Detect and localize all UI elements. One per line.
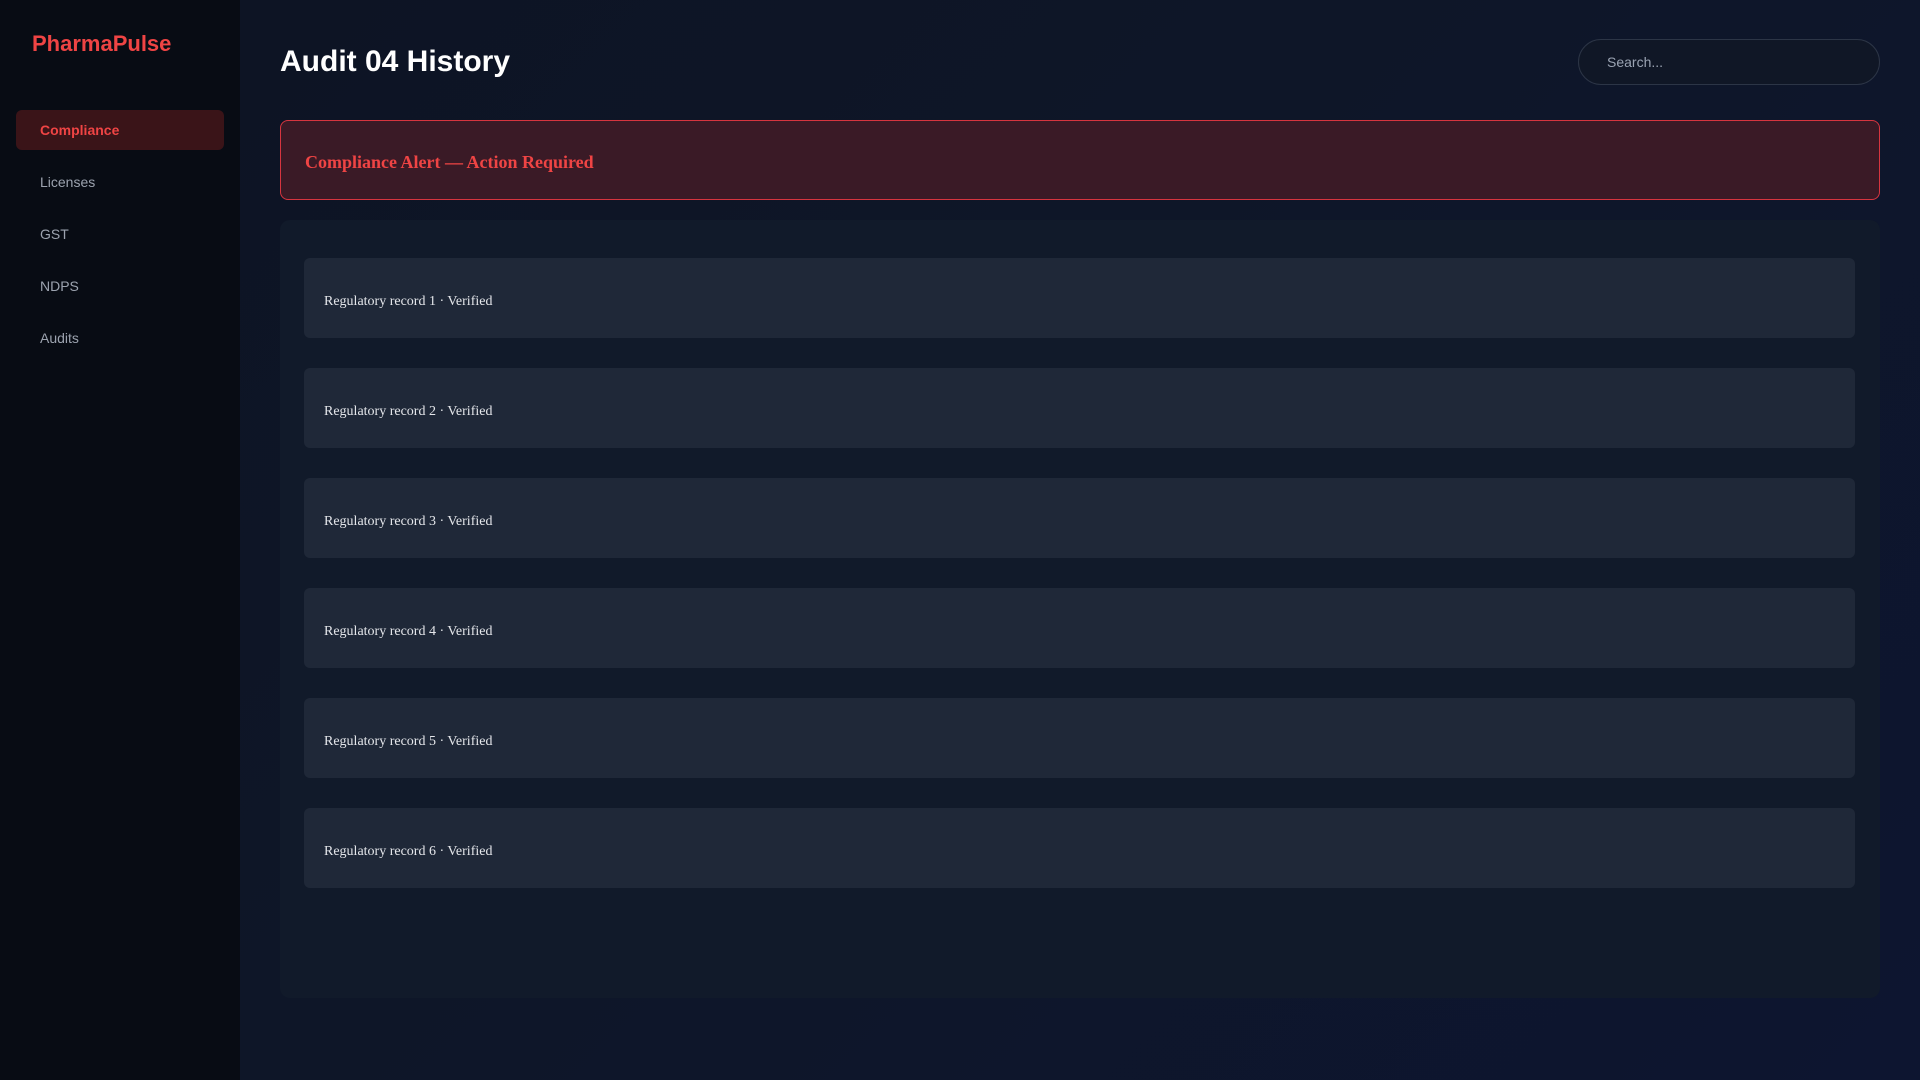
search-input[interactable] (1607, 54, 1851, 70)
record-text: Regulatory record 3 · Verified (324, 514, 493, 529)
record-text: Regulatory record 4 · Verified (324, 624, 493, 639)
sidebar-item-ndps[interactable]: NDPS (16, 266, 224, 306)
main-content: Audit 04 History Compliance Alert — Acti… (240, 0, 1920, 1080)
record-row[interactable]: Regulatory record 1 · Verified (304, 258, 1855, 338)
sidebar-item-gst[interactable]: GST (16, 214, 224, 254)
topbar: Audit 04 History (280, 34, 1880, 90)
sidebar-item-licenses[interactable]: Licenses (16, 162, 224, 202)
records-panel: Regulatory record 1 · Verified Regulator… (280, 220, 1880, 998)
sidebar-item-compliance[interactable]: Compliance (16, 110, 224, 150)
record-row[interactable]: Regulatory record 4 · Verified (304, 588, 1855, 668)
record-text: Regulatory record 1 · Verified (324, 294, 493, 309)
brand-logo[interactable]: PharmaPulse (16, 30, 224, 58)
record-row[interactable]: Regulatory record 3 · Verified (304, 478, 1855, 558)
record-text: Regulatory record 5 · Verified (324, 734, 493, 749)
record-row[interactable]: Regulatory record 5 · Verified (304, 698, 1855, 778)
alert-text: Compliance Alert — Action Required (305, 151, 594, 172)
record-text: Regulatory record 6 · Verified (324, 844, 493, 859)
sidebar-item-audits[interactable]: Audits (16, 318, 224, 358)
record-row[interactable]: Regulatory record 2 · Verified (304, 368, 1855, 448)
record-text: Regulatory record 2 · Verified (324, 404, 493, 419)
search-box[interactable] (1578, 39, 1880, 85)
records-list: Regulatory record 1 · Verified Regulator… (304, 258, 1855, 888)
app-root: PharmaPulse Compliance Licenses GST NDPS… (0, 0, 1920, 1080)
page-title: Audit 04 History (280, 45, 511, 78)
compliance-alert-banner: Compliance Alert — Action Required (280, 120, 1880, 200)
sidebar-nav: Compliance Licenses GST NDPS Audits (16, 110, 224, 358)
sidebar: PharmaPulse Compliance Licenses GST NDPS… (0, 0, 240, 1080)
record-row[interactable]: Regulatory record 6 · Verified (304, 808, 1855, 888)
